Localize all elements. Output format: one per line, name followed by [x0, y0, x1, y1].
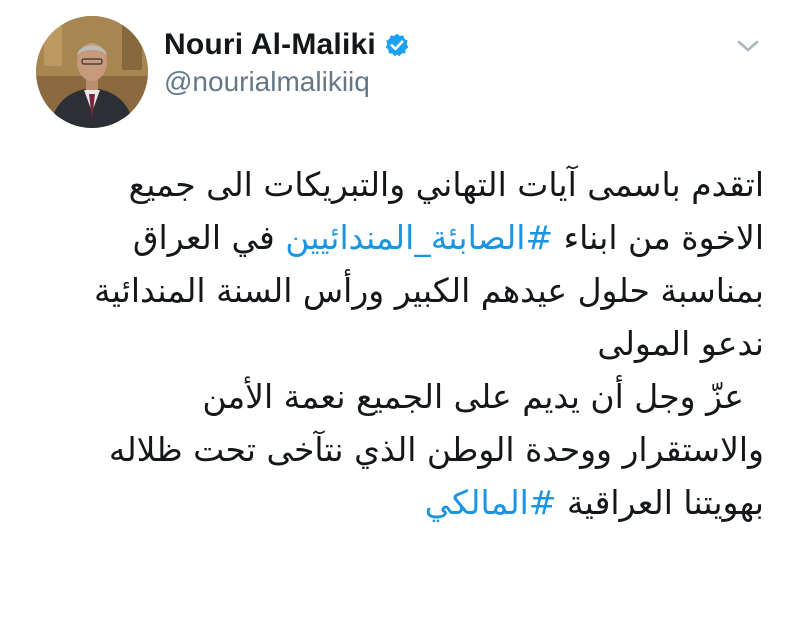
tweet-line: عزّ وجل أن يديم على الجميع نعمة الأمن: [202, 377, 744, 416]
tweet-line: اتقدم باسمى آيات التهاني والتبريكات الى …: [128, 165, 764, 204]
verified-badge-icon: [384, 32, 410, 58]
profile-photo: [36, 16, 148, 128]
tweet-line: بهويتنا العراقية #المالكي: [24, 476, 764, 529]
tweet-card: Nouri Al-Maliki @nourialmalikiiq اتقدم ب…: [0, 0, 800, 622]
hashtag-link[interactable]: #الصابئة_المندائيين: [285, 218, 553, 257]
name-row: Nouri Al-Maliki: [164, 28, 410, 62]
tweet-line: ندعو المولى: [597, 324, 764, 363]
tweet-menu-button[interactable]: [733, 36, 763, 56]
tweet-line: بمناسبة حلول عيدهم الكبير ورأس السنة الم…: [94, 271, 764, 310]
tweet-line: والاستقرار ووحدة الوطن الذي نتآخى تحت ظل…: [108, 430, 764, 469]
tweet-text-segment: الاخوة من ابناء: [553, 218, 764, 257]
chevron-down-icon: [737, 40, 759, 52]
avatar[interactable]: [36, 16, 148, 128]
tweet-text: اتقدم باسمى آيات التهاني والتبريكات الى …: [24, 158, 764, 529]
hashtag-link[interactable]: #المالكي: [425, 483, 557, 522]
tweet-line: الاخوة من ابناء #الصابئة_المندائيين في ا…: [24, 211, 764, 264]
user-handle[interactable]: @nourialmalikiiq: [164, 66, 370, 98]
display-name[interactable]: Nouri Al-Maliki: [164, 28, 376, 62]
tweet-text-segment: بهويتنا العراقية: [556, 483, 764, 522]
tweet-text-segment: في العراق: [132, 218, 286, 257]
